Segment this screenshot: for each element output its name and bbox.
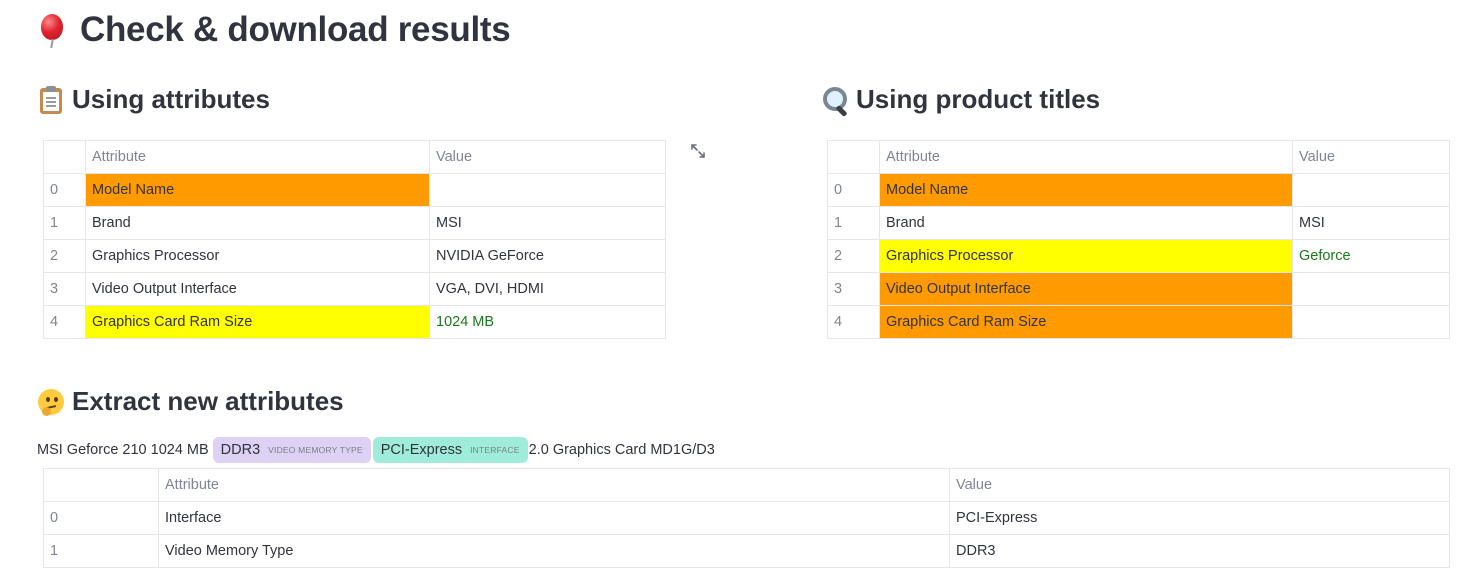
attribute-cell[interactable]: Brand [879,206,1293,240]
text-before: MSI Geforce 210 1024 MB [37,442,209,458]
value-cell[interactable] [1292,305,1450,339]
value-header: Value [949,468,1450,502]
attribute-cell[interactable]: Brand [85,206,430,240]
table-row[interactable]: 4 Graphics Card Ram Size 1024 MB [43,305,666,339]
row-index: 1 [43,534,159,568]
page-title-row: Check & download results [36,10,511,50]
entity-text: PCI-Express [380,442,463,458]
table-row[interactable]: 1 Brand MSI [43,206,666,240]
attributes-section-heading: Using attributes [36,84,270,115]
text-after: 2.0 Graphics Card MD1G/D3 [528,442,715,458]
table-row[interactable]: 0 Model Name [43,173,666,207]
attribute-header: Attribute [879,140,1293,174]
attribute-cell[interactable]: Graphics Processor [879,239,1293,273]
value-cell[interactable]: PCI-Express [949,501,1450,535]
table-row[interactable]: 2 Graphics Processor Geforce [827,239,1450,273]
attribute-cell[interactable]: Graphics Card Ram Size [85,305,430,339]
attribute-cell[interactable]: Model Name [879,173,1293,207]
row-index: 1 [827,206,880,240]
index-header [43,140,86,174]
balloon-icon [36,12,70,49]
entity-label: VIDEO MEMORY TYPE [268,445,363,455]
table-header-row: Attribute Value [43,468,1450,502]
table-row[interactable]: 1 Brand MSI [827,206,1450,240]
value-cell[interactable]: MSI [429,206,666,240]
entity-label: INTERFACE [470,445,520,455]
expand-arrows-icon [691,144,705,158]
extract-section-heading: Extract new attributes [36,386,344,417]
table-header-row: Attribute Value [43,140,666,174]
row-index: 0 [827,173,880,207]
attribute-cell[interactable]: Interface [158,501,950,535]
table-row[interactable]: 1 Video Memory Type DDR3 [43,534,1450,568]
row-index: 0 [43,173,86,207]
extract-section-title: Extract new attributes [72,386,344,416]
row-index: 2 [827,239,880,273]
table-row[interactable]: 2 Graphics Processor NVIDIA GeForce [43,239,666,273]
index-header [827,140,880,174]
value-cell[interactable] [429,173,666,207]
titles-table[interactable]: Attribute Value 0 Model Name 1 Brand MSI… [827,140,1450,339]
expand-icon[interactable] [689,142,707,160]
row-index: 0 [43,501,159,535]
value-header: Value [429,140,666,174]
page-title: Check & download results [80,10,511,49]
row-index: 3 [43,272,86,306]
titles-section-heading: Using product titles [820,84,1101,117]
value-cell[interactable]: VGA, DVI, HDMI [429,272,666,306]
attribute-cell[interactable]: Graphics Card Ram Size [879,305,1293,339]
value-cell[interactable]: MSI [1292,206,1450,240]
row-index: 4 [827,305,880,339]
value-cell[interactable]: NVIDIA GeForce [429,239,666,273]
attributes-table[interactable]: Attribute Value 0 Model Name 1 Brand MSI… [43,140,666,339]
magnifier-icon [820,85,850,117]
row-index: 2 [43,239,86,273]
value-header: Value [1292,140,1450,174]
value-cell[interactable]: Geforce [1292,239,1450,273]
attribute-cell[interactable]: Video Output Interface [879,272,1293,306]
value-cell[interactable] [1292,173,1450,207]
entity-highlight-text: MSI Geforce 210 1024 MB DDR3 VIDEO MEMOR… [37,437,715,463]
titles-section-title: Using product titles [856,84,1101,114]
row-index: 4 [43,305,86,339]
entity-text: DDR3 [220,442,261,458]
value-cell[interactable]: DDR3 [949,534,1450,568]
table-row[interactable]: 3 Video Output Interface [827,272,1450,306]
attributes-section-title: Using attributes [72,84,270,114]
table-header-row: Attribute Value [827,140,1450,174]
table-row[interactable]: 0 Interface PCI-Express [43,501,1450,535]
clipboard-icon [36,85,66,115]
value-cell[interactable]: 1024 MB [429,305,666,339]
attribute-cell[interactable]: Video Output Interface [85,272,430,306]
row-index: 3 [827,272,880,306]
attribute-header: Attribute [85,140,430,174]
table-row[interactable]: 3 Video Output Interface VGA, DVI, HDMI [43,272,666,306]
entity-video-memory-type: DDR3 VIDEO MEMORY TYPE [212,437,371,463]
index-header [43,468,159,502]
table-row[interactable]: 0 Model Name [827,173,1450,207]
attribute-header: Attribute [158,468,950,502]
attribute-cell[interactable]: Graphics Processor [85,239,430,273]
attribute-cell[interactable]: Video Memory Type [158,534,950,568]
table-row[interactable]: 4 Graphics Card Ram Size [827,305,1450,339]
row-index: 1 [43,206,86,240]
extracted-attributes-table[interactable]: Attribute Value 0 Interface PCI-Express … [43,468,1450,568]
attribute-cell[interactable]: Model Name [85,173,430,207]
value-cell[interactable] [1292,272,1450,306]
thinking-face-icon [36,387,66,417]
entity-interface: PCI-Express INTERFACE [372,437,528,463]
